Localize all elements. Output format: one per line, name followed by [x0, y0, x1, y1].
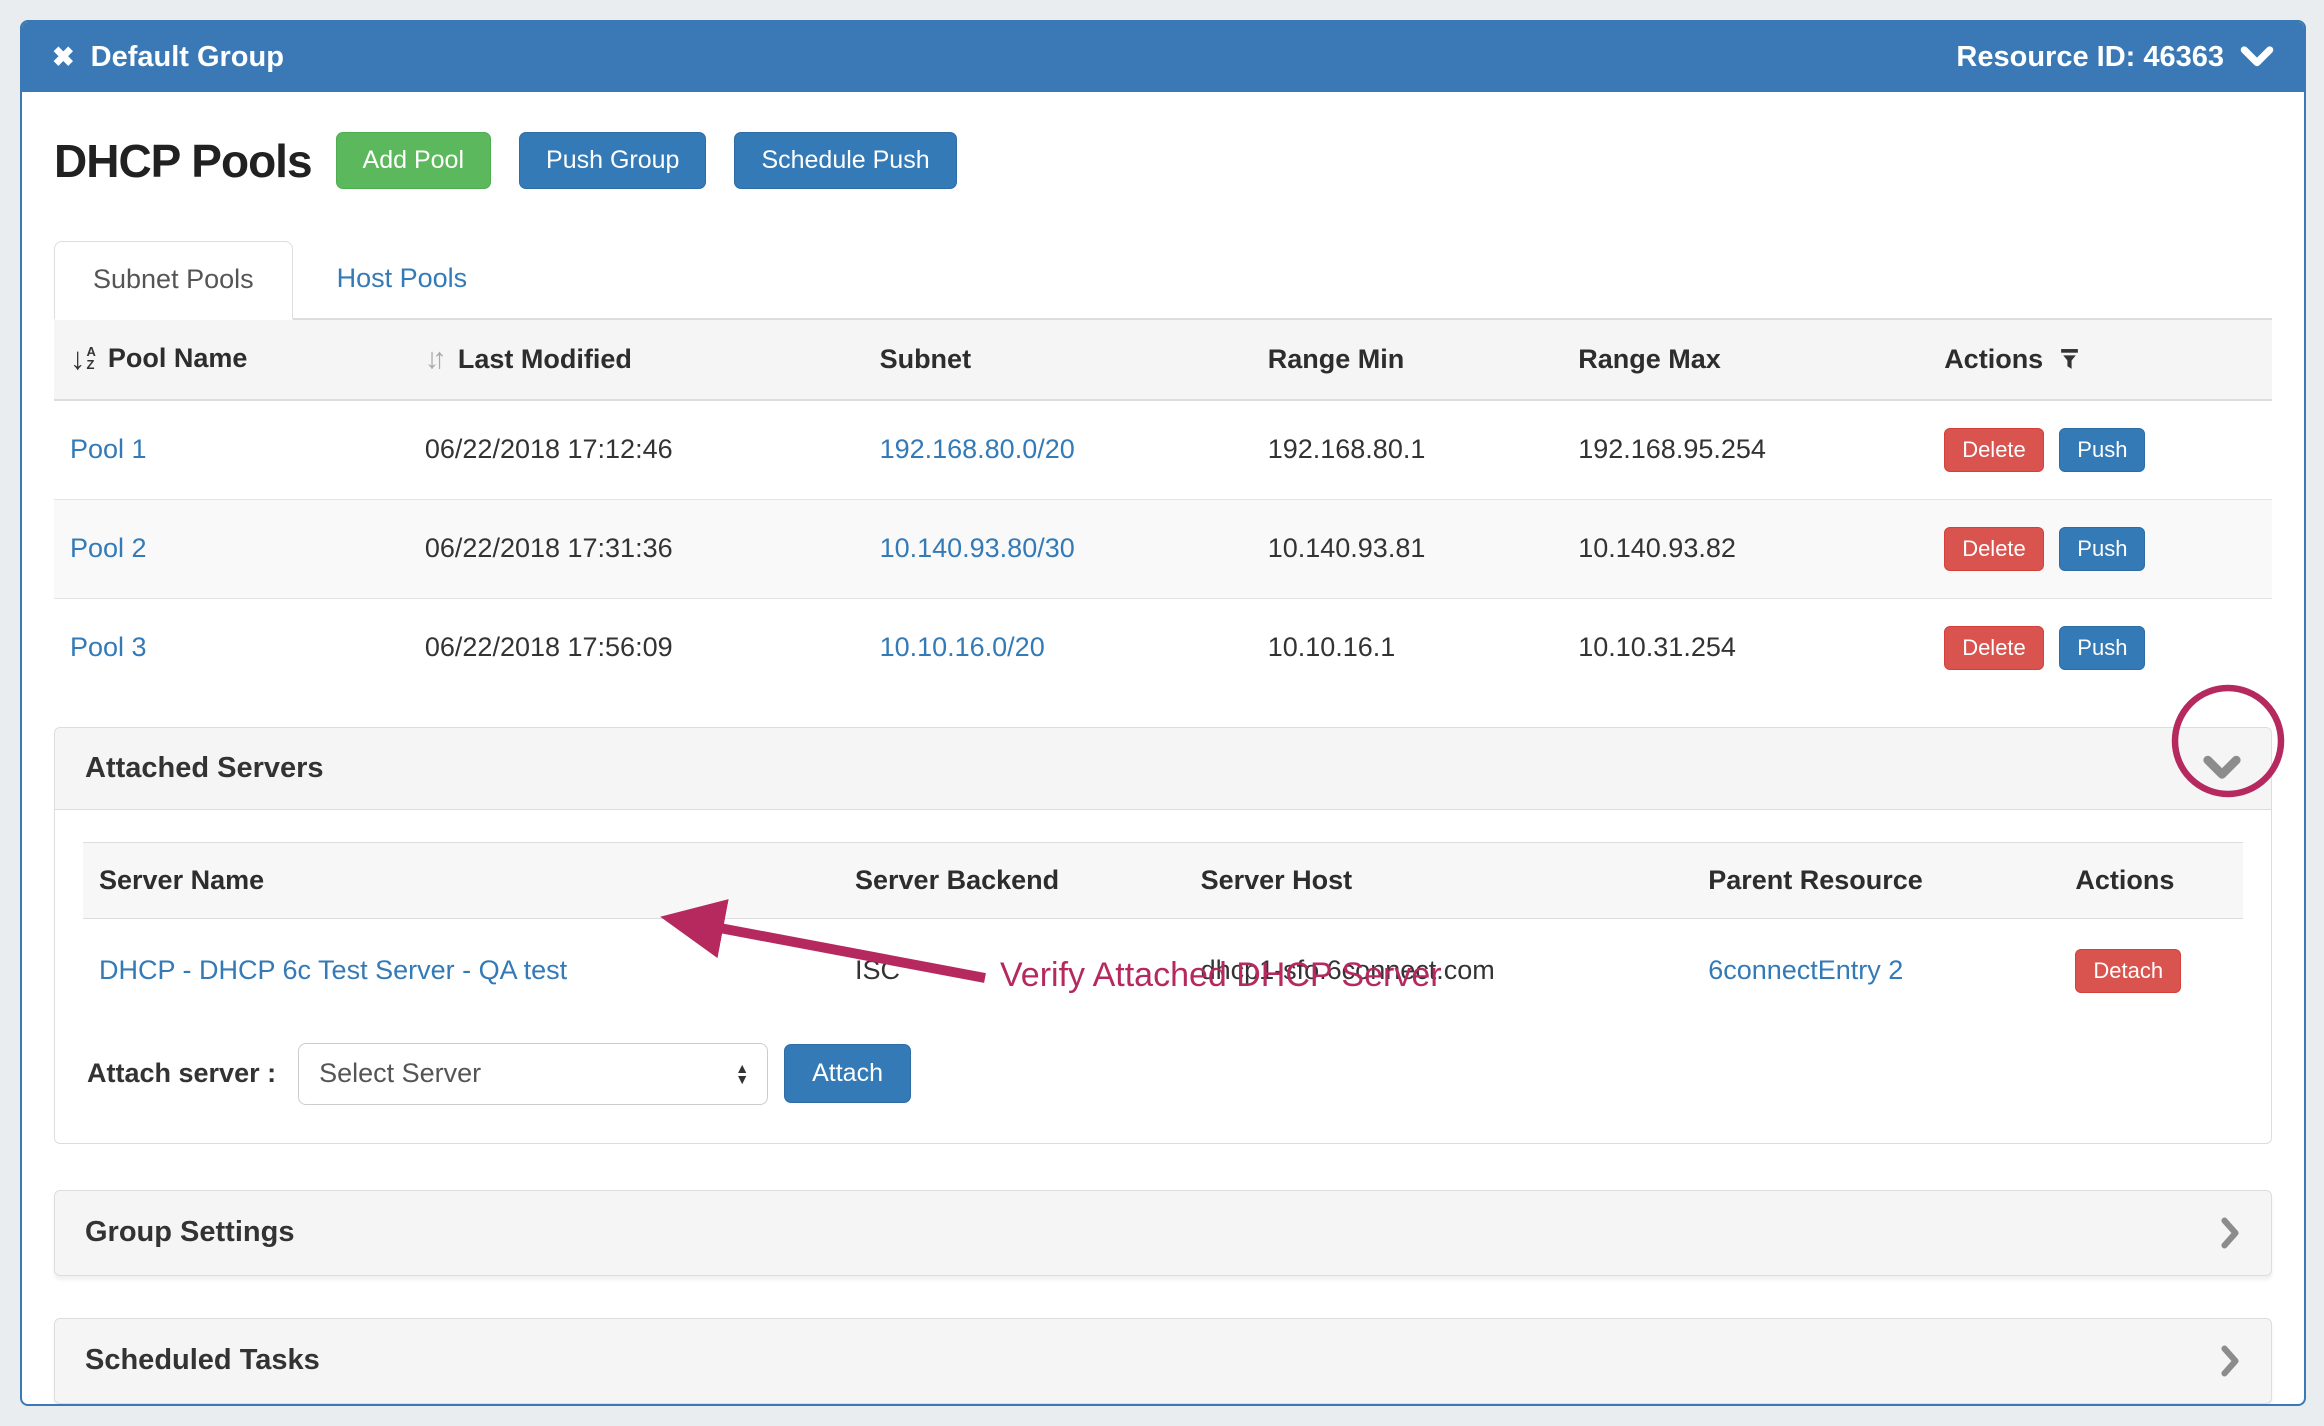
push-group-button[interactable]: Push Group [519, 132, 706, 189]
delete-button[interactable]: Delete [1944, 428, 2044, 472]
column-parent-resource: Parent Resource [1692, 842, 2059, 918]
server-select-value: Select Server [319, 1058, 481, 1089]
pools-header-row: ↓AZ Pool Name ↓↑ Last Modified Subnet Ra… [54, 320, 2272, 400]
server-select[interactable]: Select Server ▲▼ [298, 1043, 768, 1105]
parent-resource-link[interactable]: 6connectEntry 2 [1708, 955, 1903, 985]
select-spinner-icon: ▲▼ [735, 1063, 749, 1084]
table-row: Pool 3 06/22/2018 17:56:09 10.10.16.0/20… [54, 598, 2272, 697]
range-min-value: 10.140.93.81 [1252, 499, 1563, 598]
column-range-min: Range Min [1252, 320, 1563, 400]
range-max-value: 192.168.95.254 [1562, 400, 1928, 500]
last-modified-value: 06/22/2018 17:56:09 [409, 598, 864, 697]
group-settings-title: Group Settings [85, 1216, 294, 1249]
detach-button[interactable]: Detach [2075, 949, 2181, 993]
pool-link[interactable]: Pool 3 [70, 632, 147, 662]
column-server-name: Server Name [83, 842, 839, 918]
chevron-down-icon[interactable] [2203, 755, 2241, 781]
sort-alpha-icon[interactable]: ↓AZ [70, 343, 96, 374]
server-row: DHCP - DHCP 6c Test Server - QA test ISC… [83, 918, 2243, 1023]
filter-icon[interactable] [2059, 348, 2080, 371]
attached-servers-title: Attached Servers [85, 752, 324, 785]
push-button[interactable]: Push [2059, 527, 2145, 571]
group-settings-panel[interactable]: Group Settings [54, 1190, 2272, 1276]
range-min-value: 10.10.16.1 [1252, 598, 1563, 697]
column-server-host: Server Host [1185, 842, 1693, 918]
pool-link[interactable]: Pool 1 [70, 434, 147, 464]
delete-button[interactable]: Delete [1944, 626, 2044, 670]
group-title: Default Group [91, 41, 284, 74]
push-button[interactable]: Push [2059, 626, 2145, 670]
attached-servers-header[interactable]: Attached Servers [55, 728, 2271, 810]
subnet-link[interactable]: 10.10.16.0/20 [880, 632, 1045, 662]
server-backend-value: ISC [839, 918, 1185, 1023]
attach-button[interactable]: Attach [784, 1044, 911, 1103]
column-pool-name[interactable]: Pool Name [108, 343, 248, 374]
pool-tabs: Subnet Pools Host Pools [54, 241, 2272, 320]
subnet-link[interactable]: 192.168.80.0/20 [880, 434, 1075, 464]
pools-table: ↓AZ Pool Name ↓↑ Last Modified Subnet Ra… [54, 320, 2272, 697]
attach-server-label: Attach server : [87, 1058, 276, 1089]
column-server-backend: Server Backend [839, 842, 1185, 918]
tab-subnet-pools[interactable]: Subnet Pools [54, 241, 293, 320]
pool-link[interactable]: Pool 2 [70, 533, 147, 563]
attached-servers-panel: Attached Servers Server Name Server Back… [54, 727, 2272, 1144]
schedule-push-button[interactable]: Schedule Push [734, 132, 956, 189]
sort-icon[interactable]: ↓↑ [425, 345, 440, 374]
table-row: Pool 1 06/22/2018 17:12:46 192.168.80.0/… [54, 400, 2272, 500]
resource-id-label: Resource ID: 46363 [1956, 41, 2224, 74]
close-icon[interactable]: ✖ [52, 44, 75, 71]
column-subnet: Subnet [864, 320, 1252, 400]
chevron-down-icon[interactable] [2240, 45, 2274, 69]
chevron-right-icon [2219, 1216, 2241, 1250]
range-max-value: 10.140.93.82 [1562, 499, 1928, 598]
group-titlebar: ✖ Default Group Resource ID: 46363 [22, 22, 2304, 92]
servers-header-row: Server Name Server Backend Server Host P… [83, 842, 2243, 918]
server-name-link[interactable]: DHCP - DHCP 6c Test Server - QA test [99, 955, 567, 985]
scheduled-tasks-panel[interactable]: Scheduled Tasks [54, 1318, 2272, 1404]
servers-table: Server Name Server Backend Server Host P… [83, 842, 2243, 1023]
chevron-right-icon [2219, 1344, 2241, 1378]
column-actions: Actions [1944, 344, 2043, 375]
range-min-value: 192.168.80.1 [1252, 400, 1563, 500]
tab-host-pools[interactable]: Host Pools [299, 241, 506, 318]
last-modified-value: 06/22/2018 17:12:46 [409, 400, 864, 500]
resource-card: ✖ Default Group Resource ID: 46363 DHCP … [20, 20, 2306, 1406]
subnet-link[interactable]: 10.140.93.80/30 [880, 533, 1075, 563]
last-modified-value: 06/22/2018 17:31:36 [409, 499, 864, 598]
push-button[interactable]: Push [2059, 428, 2145, 472]
column-range-max: Range Max [1562, 320, 1928, 400]
column-server-actions: Actions [2059, 842, 2243, 918]
range-max-value: 10.10.31.254 [1562, 598, 1928, 697]
table-row: Pool 2 06/22/2018 17:31:36 10.140.93.80/… [54, 499, 2272, 598]
column-last-modified[interactable]: Last Modified [458, 344, 632, 375]
server-host-value: dhcp1-sfo.6connect.com [1185, 918, 1693, 1023]
add-pool-button[interactable]: Add Pool [336, 132, 491, 189]
scheduled-tasks-title: Scheduled Tasks [85, 1344, 320, 1377]
delete-button[interactable]: Delete [1944, 527, 2044, 571]
page-title: DHCP Pools [54, 134, 312, 188]
